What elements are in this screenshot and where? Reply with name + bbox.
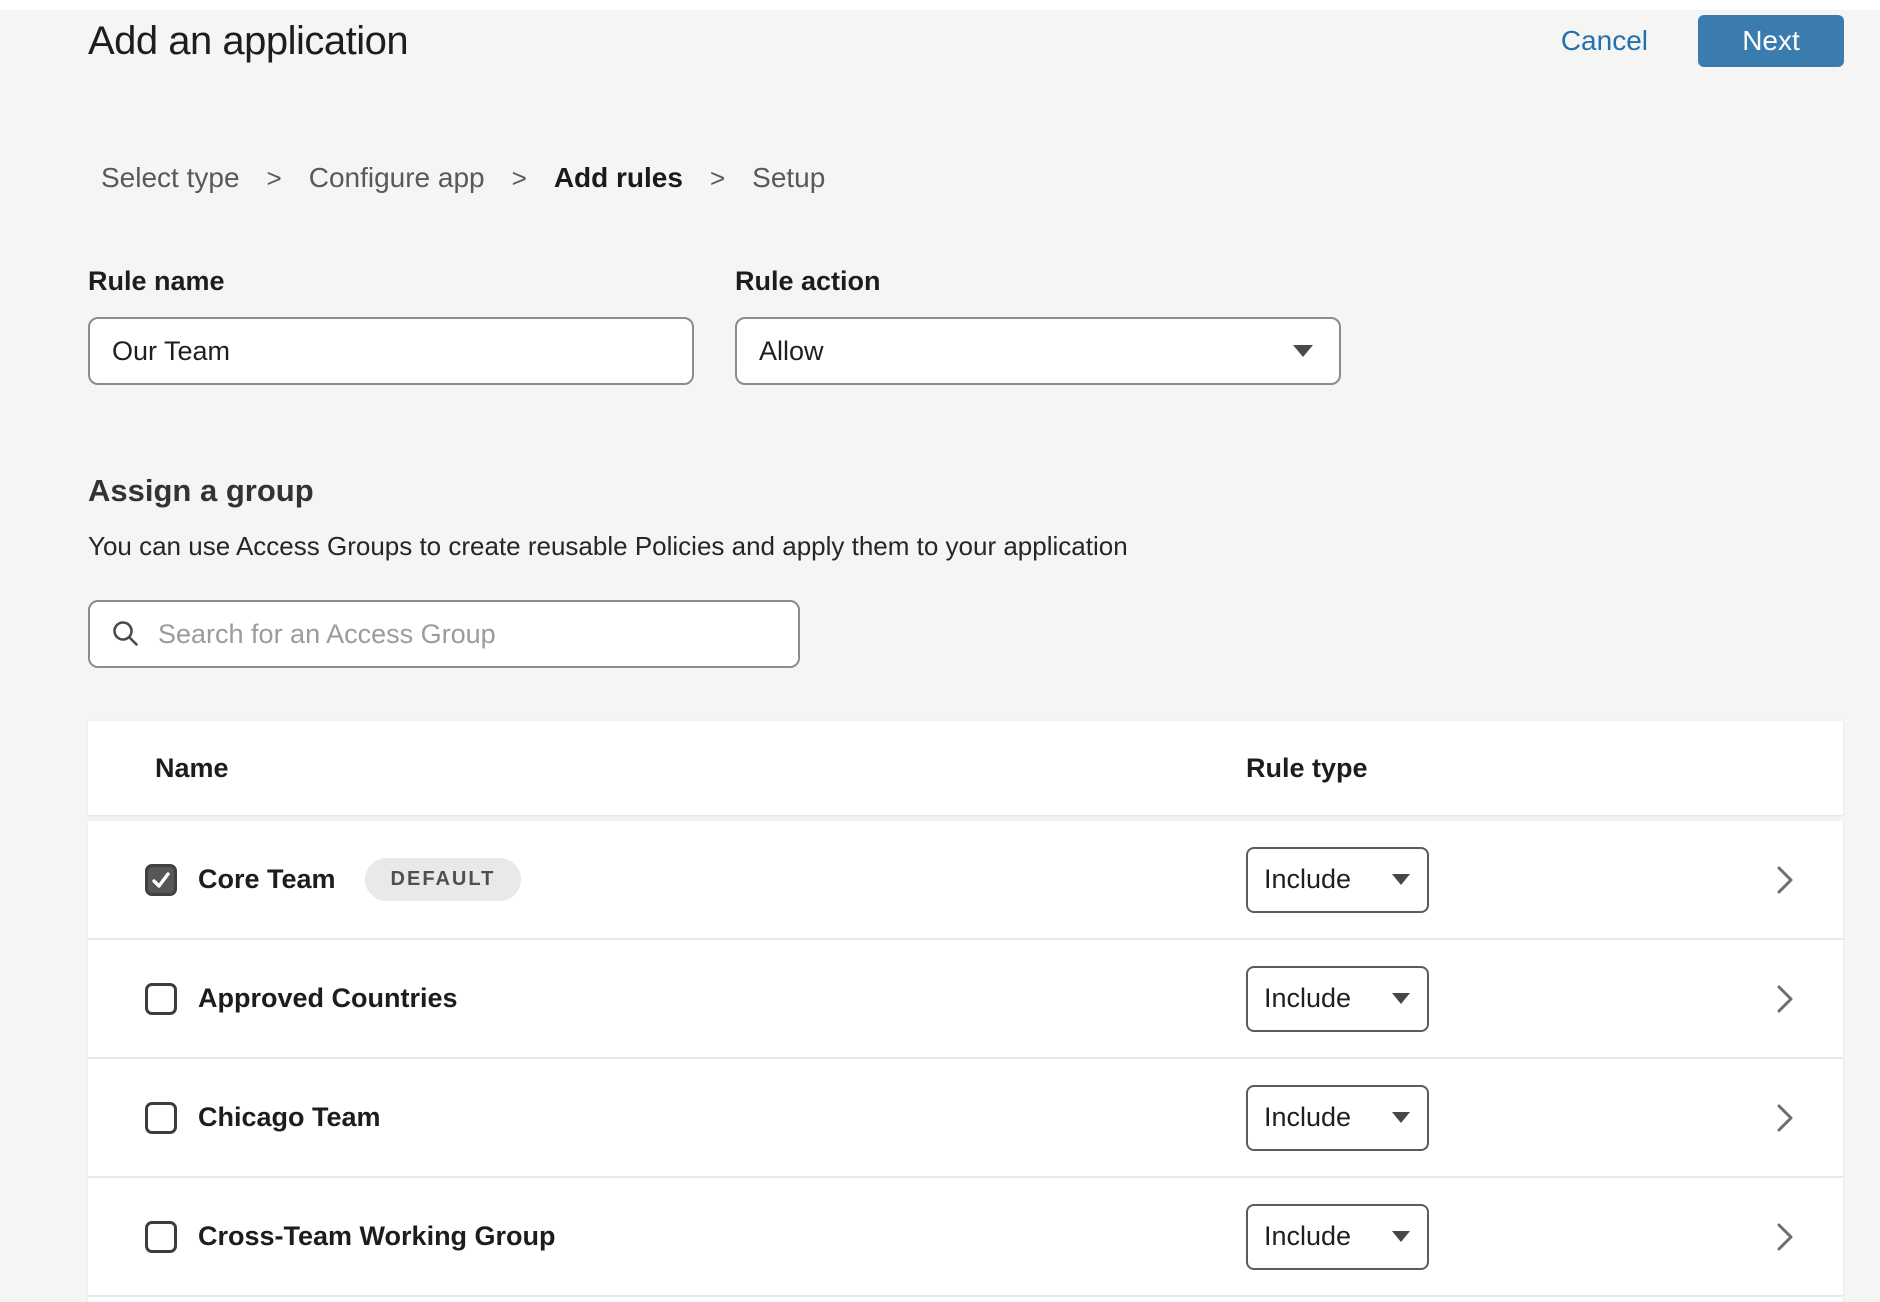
rule-name-field: Rule name: [88, 266, 694, 385]
rule-name-input[interactable]: [88, 317, 694, 385]
breadcrumb-step-configure-app[interactable]: Configure app: [309, 162, 485, 194]
rule-name-label: Rule name: [88, 266, 694, 297]
access-group-search-box[interactable]: [88, 600, 800, 668]
table-row-chicago-team: Chicago Team Include: [88, 1059, 1843, 1178]
chevron-down-icon: [1293, 345, 1313, 357]
table-row-cross-team-working-group: Cross-Team Working Group Include: [88, 1178, 1843, 1297]
breadcrumb-step-setup[interactable]: Setup: [752, 162, 825, 194]
groups-table-header: Name Rule type: [88, 721, 1843, 815]
rule-type-dropdown[interactable]: Include: [1246, 847, 1429, 913]
group-name: Cross-Team Working Group: [198, 1221, 556, 1252]
rule-action-value: Allow: [759, 336, 824, 367]
rule-type-value: Include: [1264, 864, 1351, 895]
assign-group-heading: Assign a group: [88, 473, 1880, 509]
top-strip: [0, 0, 1880, 10]
breadcrumb-separator: >: [267, 163, 282, 194]
table-row-approved-countries: Approved Countries Include: [88, 940, 1843, 1059]
add-application-page: Add an application Cancel Next Select ty…: [0, 0, 1880, 1302]
table-row-core-team: Core Team DEFAULT Include: [88, 821, 1843, 940]
breadcrumb-step-add-rules[interactable]: Add rules: [554, 162, 683, 194]
chevron-right-icon[interactable]: [1775, 863, 1795, 897]
page-title: Add an application: [88, 19, 408, 64]
breadcrumb: Select type > Configure app > Add rules …: [101, 162, 1880, 194]
search-icon: [110, 618, 142, 650]
breadcrumb-separator: >: [710, 163, 725, 194]
chevron-down-icon: [1392, 1112, 1410, 1123]
rule-type-value: Include: [1264, 1221, 1351, 1252]
groups-table-body: Core Team DEFAULT Include Approved Count…: [88, 821, 1843, 1302]
breadcrumb-step-select-type[interactable]: Select type: [101, 162, 240, 194]
rule-type-dropdown[interactable]: Include: [1246, 1204, 1429, 1270]
column-header-rule-type: Rule type: [1246, 753, 1368, 784]
checkmark-icon: [150, 869, 172, 891]
rule-action-select[interactable]: Allow: [735, 317, 1341, 385]
chevron-right-icon[interactable]: [1775, 1220, 1795, 1254]
chevron-down-icon: [1392, 874, 1410, 885]
rule-type-dropdown[interactable]: Include: [1246, 1085, 1429, 1151]
rule-type-dropdown[interactable]: Include: [1246, 966, 1429, 1032]
page-header: Add an application Cancel Next: [88, 12, 1844, 70]
group-name: Core Team: [198, 864, 336, 895]
column-header-name: Name: [155, 753, 229, 784]
rule-type-value: Include: [1264, 1102, 1351, 1133]
rule-type-value: Include: [1264, 983, 1351, 1014]
rule-action-field: Rule action Allow: [735, 266, 1341, 385]
chevron-down-icon: [1392, 1231, 1410, 1242]
group-name: Approved Countries: [198, 983, 458, 1014]
breadcrumb-separator: >: [512, 163, 527, 194]
checkbox[interactable]: [145, 864, 177, 896]
default-badge: DEFAULT: [365, 858, 522, 901]
chevron-right-icon[interactable]: [1775, 982, 1795, 1016]
next-button[interactable]: Next: [1698, 15, 1844, 67]
checkbox[interactable]: [145, 1102, 177, 1134]
group-name: Chicago Team: [198, 1102, 381, 1133]
header-actions: Cancel Next: [1561, 15, 1844, 67]
assign-group-description: You can use Access Groups to create reus…: [88, 531, 1880, 562]
chevron-right-icon[interactable]: [1775, 1101, 1795, 1135]
checkbox[interactable]: [145, 1221, 177, 1253]
cancel-button[interactable]: Cancel: [1561, 25, 1648, 57]
rule-fields: Rule name Rule action Allow: [88, 266, 1880, 385]
checkbox[interactable]: [145, 983, 177, 1015]
rule-action-label: Rule action: [735, 266, 1341, 297]
chevron-down-icon: [1392, 993, 1410, 1004]
search-input[interactable]: [158, 619, 780, 650]
